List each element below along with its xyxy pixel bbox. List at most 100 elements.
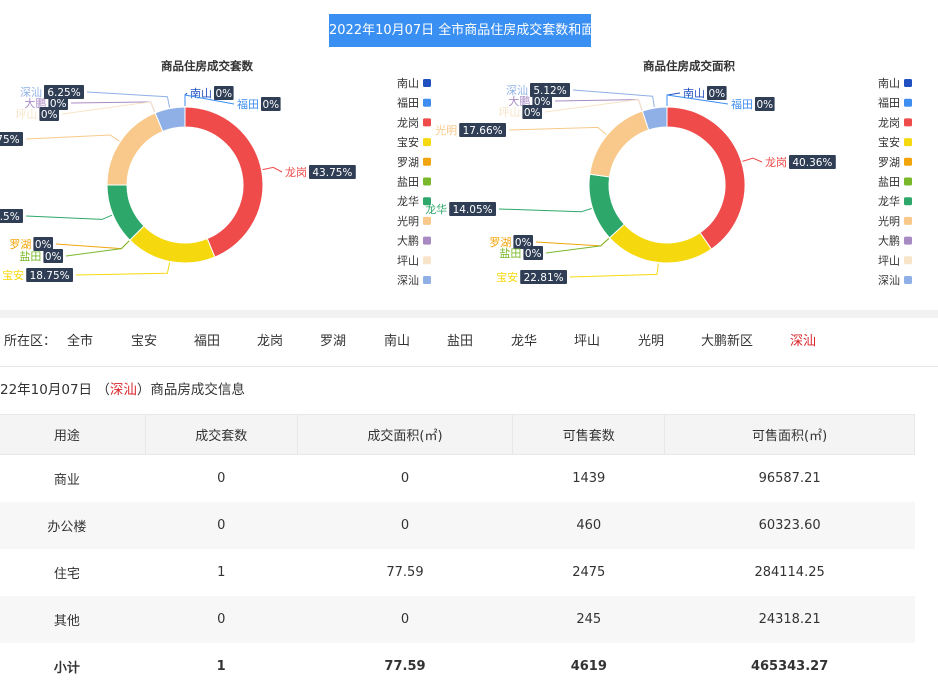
table-cell: 1 [216, 659, 226, 674]
chart1-label-line [75, 262, 171, 276]
chart2-label-name: 福田 [731, 97, 753, 111]
chart2-label-line [508, 126, 607, 135]
table-cell: 96587.21 [758, 471, 821, 486]
chart1-label-value: 12.5% [0, 211, 20, 223]
table-cell: 小计 [53, 661, 80, 676]
table-cell: 0 [217, 471, 226, 486]
district-tab-pingshan[interactable]: 坪山 [574, 318, 600, 366]
chart1-label-name: 龙岗 [285, 166, 307, 179]
table-cell: 0 [145, 596, 298, 643]
district-filter-label: 所在区： [4, 334, 57, 349]
table-row: 办公楼 0 0 460 60323.60 [0, 502, 915, 549]
table-header-cell: 成交面积(㎡) [296, 414, 514, 455]
chart1-legend-swatch [423, 256, 431, 265]
chart1-legend-swatch [423, 79, 431, 87]
chart1-legend-swatch [423, 98, 431, 107]
chart2-label-line [742, 157, 763, 163]
chart1-label-value: 18.75% [30, 270, 70, 282]
chart1-legend-swatch [423, 236, 431, 245]
chart1-legend-swatch [423, 177, 431, 186]
chart1-label-name: 盐田 [19, 250, 41, 263]
table-row: 商业 0 0 1439 96587.21 [0, 455, 915, 503]
table-cell: 0 [400, 471, 410, 486]
chart2-legend-label: 大鹏 [878, 234, 900, 248]
district-tab-shenshan[interactable]: 深汕 [790, 318, 816, 366]
chart2-label-value: 5.12% [533, 85, 566, 97]
info-title-prefix: 22年10月07日 （ [0, 382, 110, 398]
chart2-legend-swatch [904, 98, 912, 107]
pie-charts-svg: 商品住房成交套数南山 0%福田 0%龙岗 43.75%18.75%宝安0%罗湖0%盐田… [0, 59, 912, 287]
table-total-row: 小计 1 77.59 4619 465343.27 [0, 643, 915, 690]
chart2-label-name: 宝安 [496, 270, 518, 284]
district-tab-nanshan[interactable]: 南山 [384, 318, 410, 366]
chart2-slice [589, 110, 650, 178]
chart1-legend-swatch [423, 138, 431, 147]
table-cell: 2475 [572, 565, 606, 580]
chart1-legend-swatch [423, 276, 431, 284]
chart1-legend-label: 宝安 [397, 135, 419, 149]
chart1-legend-label: 福田 [397, 96, 419, 110]
info-title-suffix: ）商品房成交信息 [136, 382, 245, 398]
chart2-label-line [569, 263, 659, 278]
district-tab-longhua[interactable]: 龙华 [511, 318, 537, 366]
chart2-label-name: 盐田 [499, 247, 521, 260]
chart2-label-name: 龙华 [425, 202, 447, 216]
chart2-legend-swatch [904, 118, 912, 127]
chart1-label-line [61, 101, 156, 115]
district-tab-longgang[interactable]: 龙岗 [257, 318, 283, 366]
chart1-label-name: 深汕 [20, 86, 42, 99]
chart1-slice [106, 112, 164, 186]
district-tab-all[interactable]: 全市 [67, 318, 93, 366]
table-cell: 77.59 [386, 565, 424, 580]
table-header-row: 用途 成交套数 成交面积(㎡) 可售套数 可售面积(㎡) [0, 414, 915, 455]
chart1-legend-label: 坪山 [397, 254, 419, 267]
chart2-legend-label: 光明 [878, 214, 900, 228]
chart2-legend-label: 龙华 [878, 194, 900, 208]
district-tab-dapeng[interactable]: 大鹏新区 [701, 318, 753, 366]
section-divider [0, 310, 938, 318]
table-cell: 77.59 [384, 659, 426, 674]
chart1-label-name: 宝安 [2, 268, 24, 282]
chart2-legend-swatch [904, 79, 912, 87]
district-filter-bar: 所在区： 全市 宝安 福田 龙岗 罗湖 南山 盐田 龙华 坪山 光明 大鹏新区 … [0, 318, 938, 367]
chart1-label-value: 0% [215, 88, 232, 100]
chart2-legend-swatch [904, 236, 912, 245]
chart2-slice [588, 173, 626, 239]
chart1-legend-label: 龙岗 [397, 116, 419, 129]
chart1-slice [106, 184, 145, 241]
chart2-legend-swatch [904, 138, 912, 147]
chart1-label-value: 0% [262, 99, 279, 111]
chart2-label-name: 龙岗 [765, 156, 787, 169]
district-tab-guangming[interactable]: 光明 [638, 318, 664, 366]
district-tab-yantian[interactable]: 盐田 [447, 318, 473, 366]
chart1-label-line [262, 166, 283, 173]
chart1-label-value: 43.75% [312, 167, 352, 179]
chart2-legend-label: 宝安 [878, 135, 900, 149]
chart2-slice [608, 223, 713, 264]
chart2-label-name: 深汕 [506, 84, 528, 97]
table-cell: 0 [297, 502, 513, 549]
chart2-label-value: 0% [708, 88, 725, 100]
chart1-label-name: 坪山 [15, 108, 37, 121]
table-cell: 住宅 [53, 567, 80, 582]
table-cell: 0 [297, 596, 513, 643]
chart2-label-value: 17.66% [463, 125, 503, 137]
chart1-legend-label: 深汕 [397, 274, 419, 287]
table-header-cell: 用途 [0, 414, 146, 455]
district-tab-futian[interactable]: 福田 [194, 318, 220, 366]
chart2-slice [666, 106, 746, 250]
chart1-legend-label: 罗湖 [397, 156, 419, 169]
chart2-label-line [544, 99, 643, 113]
chart1-slice [184, 106, 264, 258]
chart1-legend-swatch [423, 157, 431, 166]
district-tab-baoan[interactable]: 宝安 [131, 318, 157, 366]
chart2-label-value: 14.05% [453, 204, 493, 216]
district-tab-luohu[interactable]: 罗湖 [320, 318, 346, 366]
chart2-legend-swatch [904, 256, 912, 265]
table-cell: 245 [512, 596, 665, 643]
chart2-label-line [535, 238, 610, 247]
table-header-cell: 可售面积(㎡) [664, 414, 915, 455]
table-row: 其他 0 0 245 24318.21 [0, 596, 915, 643]
chart2-legend-swatch [904, 177, 912, 186]
chart2-legend-label: 南山 [878, 77, 900, 90]
